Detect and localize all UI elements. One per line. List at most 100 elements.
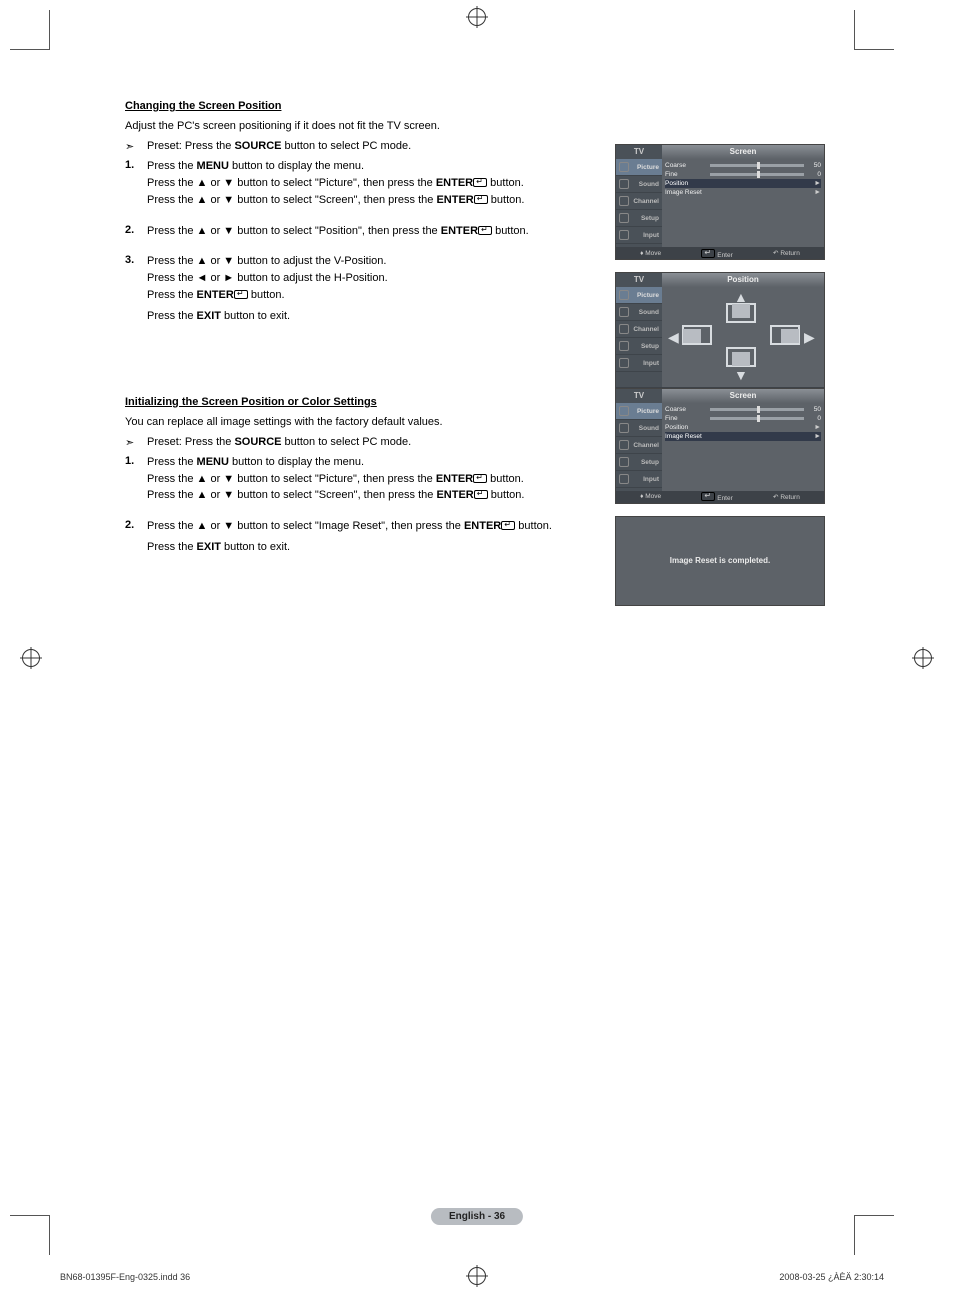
osd-ftr-enter: Enter [701, 248, 732, 259]
osd-header-title: Screen [662, 145, 824, 159]
enter-icon [474, 490, 488, 499]
osd-position: TV Position Picture Sound Channel Setup … [615, 272, 825, 400]
osd-sb-sound: Sound [616, 176, 662, 193]
enter-icon [474, 195, 488, 204]
s1s1l1pre: Press the [147, 160, 197, 172]
osd-header-title: Screen [662, 389, 824, 403]
pos-box-up [726, 303, 756, 323]
s2s1l2b: ENTER [436, 473, 473, 485]
osd-sb-channel: Channel [616, 437, 662, 454]
s1s1l2b: ENTER [436, 177, 473, 189]
s1s3l3post: button. [248, 289, 285, 301]
footer-left-text: BN68-01395F-Eng-0325.indd 36 [60, 1272, 190, 1282]
s1s1l2pre: Press the ▲ or ▼ button to select "Pictu… [147, 177, 436, 189]
osd-row-fine: Fine [665, 415, 707, 422]
section1-heading: Changing the Screen Position [125, 100, 585, 112]
preset-arrow-icon: ➣ [125, 140, 147, 153]
osd-sb-channel: Channel [616, 193, 662, 210]
s2s1l3pre: Press the ▲ or ▼ button to select "Scree… [147, 489, 436, 501]
osd-header-tv: TV [616, 273, 662, 287]
osd-row-image-reset: Image Reset [665, 433, 707, 440]
footer-right-text: 2008-03-25 ¿ÀÈÄ 2:30:14 [779, 1272, 884, 1282]
s1s1l1b: MENU [197, 160, 229, 172]
section-initializing: Initializing the Screen Position or Colo… [125, 396, 825, 557]
osd-row-fine: Fine [665, 171, 707, 178]
section2-preset: ➣ Preset: Press the SOURCE button to sel… [125, 436, 585, 449]
section2-step1: 1. Press the MENU button to display the … [125, 455, 585, 506]
s1s1l1post: button to display the menu. [229, 160, 364, 172]
osd-row-coarse: Coarse [665, 162, 707, 169]
section-changing-position: Changing the Screen Position Adjust the … [125, 100, 825, 326]
osd-sb-picture: Picture [616, 403, 662, 420]
section2-heading: Initializing the Screen Position or Colo… [125, 396, 585, 408]
osd-sidebar: Picture Sound Channel Setup Input [616, 403, 662, 491]
osd-sb-sound: Sound [616, 304, 662, 321]
osd-main: Coarse50 Fine0 Position► Image Reset► [662, 403, 824, 491]
s1s2l1b: ENTER [441, 225, 478, 237]
osd-row-coarse: Coarse [665, 406, 707, 413]
registration-mark-left [22, 649, 40, 667]
osd-header-tv: TV [616, 145, 662, 159]
s2s2l1post: button. [515, 520, 552, 532]
s1s1l3post: button. [488, 194, 525, 206]
preset2-pre: Preset: Press the [147, 436, 234, 448]
preset2-post: button to select PC mode. [282, 436, 412, 448]
osd-sb-setup: Setup [616, 454, 662, 471]
osd-header-title: Position [662, 273, 824, 287]
page-content: Changing the Screen Position Adjust the … [125, 100, 825, 597]
preset-pre: Preset: Press the [147, 140, 234, 152]
osd-row-image-reset: Image Reset [665, 189, 707, 196]
page-number-label: English - 36 [431, 1208, 523, 1225]
enter-icon [473, 178, 487, 187]
arrow-left-icon: ◀ [668, 329, 679, 346]
section1-preset: ➣ Preset: Press the SOURCE button to sel… [125, 140, 585, 153]
osd-sb-picture: Picture [616, 159, 662, 176]
pos-box-right [770, 325, 800, 345]
osd-sb-input: Input [616, 227, 662, 244]
s2s2l1pre: Press the ▲ or ▼ button to select "Image… [147, 520, 464, 532]
crop-mark-br [854, 1215, 894, 1255]
s1exitpost: button to exit. [221, 310, 290, 322]
pos-box-down [726, 347, 756, 367]
preset-bold: SOURCE [234, 140, 281, 152]
osd-ftr-move: ♦ Move [640, 493, 661, 500]
s2s1l1pre: Press the [147, 456, 197, 468]
s2s1l2post: button. [487, 473, 524, 485]
osd-sidebar: Picture Sound Channel Setup Input [616, 287, 662, 387]
preset-post: button to select PC mode. [282, 140, 412, 152]
section1-step2: 2. Press the ▲ or ▼ button to select "Po… [125, 224, 585, 241]
osd-sb-input: Input [616, 355, 662, 372]
osd-sb-picture: Picture [616, 287, 662, 304]
section2-intro: You can replace all image settings with … [125, 416, 585, 428]
osd-ftr-enter: Enter [701, 491, 732, 502]
s2exitb: EXIT [197, 541, 221, 553]
enter-icon [473, 474, 487, 483]
crop-mark-bl [10, 1215, 50, 1255]
registration-mark-top [468, 8, 486, 26]
osd-row-position: Position [665, 180, 707, 187]
s2s1l1post: button to display the menu. [229, 456, 364, 468]
s1s1l3b: ENTER [436, 194, 473, 206]
registration-mark-right [914, 649, 932, 667]
s2s2l1b: ENTER [464, 520, 501, 532]
s1s2l1pre: Press the ▲ or ▼ button to select "Posit… [147, 225, 441, 237]
section1-step1: 1. Press the MENU button to display the … [125, 159, 585, 210]
s2exitpre: Press the [147, 541, 197, 553]
s2s1l1b: MENU [197, 456, 229, 468]
enter-icon [234, 290, 248, 299]
s1s3l3pre: Press the [147, 289, 197, 301]
crop-mark-tl [10, 10, 50, 50]
osd-row-position: Position [665, 424, 707, 431]
osd-sb-channel: Channel [616, 321, 662, 338]
pos-box-left [682, 325, 712, 345]
s1s1l3pre: Press the ▲ or ▼ button to select "Scree… [147, 194, 436, 206]
section1-intro: Adjust the PC's screen positioning if it… [125, 120, 585, 132]
osd-sb-setup: Setup [616, 210, 662, 227]
osd-sb-setup: Setup [616, 338, 662, 355]
osd-image-reset-completed: Image Reset is completed. [615, 516, 825, 606]
s1s3l1: Press the ▲ or ▼ button to adjust the V-… [147, 254, 585, 269]
preset-arrow-icon: ➣ [125, 436, 147, 449]
s1exitpre: Press the [147, 310, 197, 322]
s2s1l2pre: Press the ▲ or ▼ button to select "Pictu… [147, 473, 436, 485]
s1s3l3b: ENTER [197, 289, 234, 301]
